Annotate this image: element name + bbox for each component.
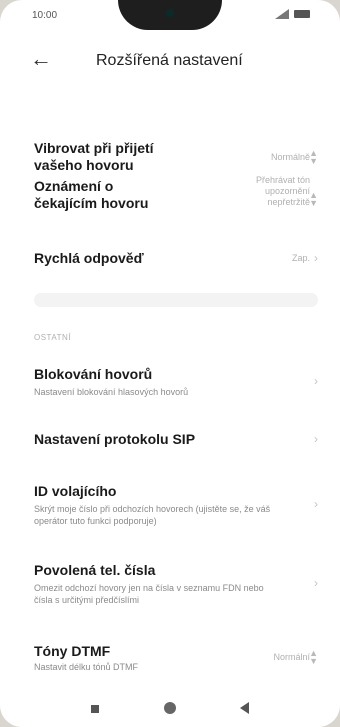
setting-label: Povolená tel. čísla [34, 562, 156, 578]
setting-call-blocking[interactable]: Blokování hovorů Nastavení blokování hla… [0, 366, 340, 402]
setting-value: Normálně [270, 152, 310, 162]
phone-screen: 10:00 ← Rozšířená nastavení Vibrovat při… [0, 0, 340, 727]
chevron-right-icon: › [314, 576, 318, 590]
status-time: 10:00 [32, 10, 58, 21]
setting-sub: Nastavit délku tónů DTMF [34, 662, 139, 672]
setting-label: Rychlá odpověď [34, 250, 144, 266]
chevron-right-icon: › [314, 374, 318, 388]
navigation-bar [0, 691, 340, 727]
setting-caller-id[interactable]: ID volajícího Skrýt moje číslo při odcho… [0, 483, 340, 533]
header: ← Rozšířená nastavení [0, 44, 340, 80]
updown-icon: ▲ ▼ [309, 148, 318, 166]
chevron-right-icon: › [314, 432, 318, 446]
camera-notch [118, 0, 222, 30]
section-divider [34, 293, 318, 307]
setting-label: Nastavení protokolu SIP [34, 431, 196, 447]
setting-sub: Omezit odchozí hovory jen na čísla v sez… [34, 583, 264, 605]
setting-label: Tóny DTMF [34, 643, 111, 659]
setting-sub: Nastavení blokování hlasových hovorů [34, 387, 189, 397]
setting-sip[interactable]: Nastavení protokolu SIP › [0, 431, 340, 451]
setting-label: Blokování hovorů [34, 366, 153, 382]
setting-quick-reply[interactable]: Rychlá odpověď Zap. › [0, 250, 340, 270]
setting-dtmf[interactable]: Tóny DTMF Nastavit délku tónů DTMF Normá… [0, 643, 340, 677]
setting-value: Zap. [291, 253, 310, 263]
back-button[interactable] [240, 702, 249, 714]
chevron-right-icon: › [314, 251, 318, 265]
back-arrow-icon[interactable]: ← [30, 48, 52, 70]
chevron-right-icon: › [314, 497, 318, 511]
setting-sub: Skrýt moje číslo při odchozích hovorech … [34, 504, 271, 526]
setting-label: Oznámení o čekajícím hovoru [34, 178, 149, 211]
status-icons [275, 9, 310, 19]
section-label: OSTATNÍ [34, 333, 71, 342]
setting-label: Vibrovat při přijetí vašeho hovoru [34, 140, 154, 173]
camera-icon [166, 9, 174, 17]
signal-icon [275, 9, 289, 19]
setting-value: Normální [273, 652, 310, 662]
recents-button[interactable] [91, 705, 99, 713]
page-title: Rozšířená nastavení [96, 52, 243, 69]
battery-icon [294, 10, 310, 18]
home-button[interactable] [164, 702, 176, 714]
setting-value: Přehrávat tón upozornění nepřetržitě [255, 175, 310, 207]
setting-call-waiting-notification[interactable]: Oznámení o čekajícím hovoru Přehrávat tó… [0, 175, 340, 228]
setting-fdn[interactable]: Povolená tel. čísla Omezit odchozí hovor… [0, 562, 340, 612]
setting-label: ID volajícího [34, 483, 117, 499]
updown-icon: ▲ ▼ [309, 648, 318, 666]
updown-icon: ▲ ▼ [309, 190, 318, 208]
